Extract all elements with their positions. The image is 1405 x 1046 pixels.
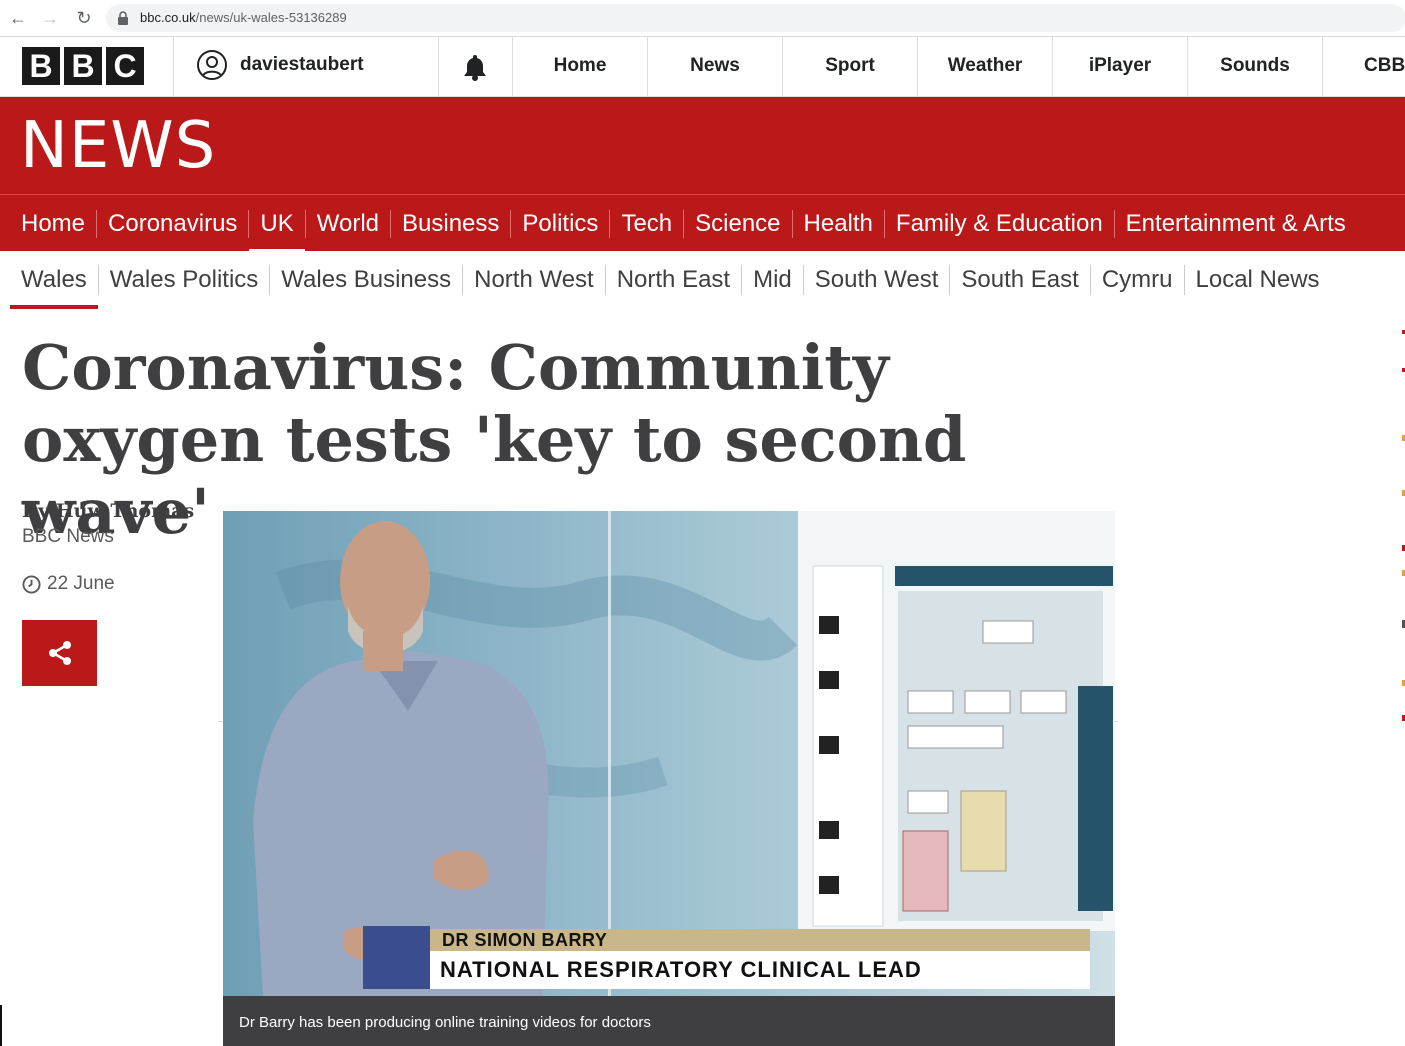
- sub-nav-north-west[interactable]: North West: [463, 264, 606, 295]
- main-nav-coronavirus[interactable]: Coronavirus: [97, 209, 250, 238]
- bbc-nav-news[interactable]: News: [648, 37, 782, 96]
- sub-nav-wales-politics[interactable]: Wales Politics: [99, 264, 271, 295]
- edge-decoration: [1402, 330, 1405, 721]
- bbc-nav-sounds[interactable]: Sounds: [1188, 37, 1322, 96]
- wales-sub-nav: Wales Wales Politics Wales Business North W…: [0, 251, 1405, 309]
- logo-letter: B: [22, 47, 60, 85]
- lower-third-name-strip: DR SIMON BARRY: [430, 929, 1090, 951]
- browser-toolbar: ← → ↻ bbc.co.uk/news/uk-wales-53136289: [0, 0, 1405, 37]
- clock-icon: [22, 574, 41, 594]
- main-nav-business[interactable]: Business: [391, 209, 512, 238]
- main-nav-entertainment-and-arts[interactable]: Entertainment & Arts: [1115, 210, 1357, 238]
- divider: [173, 37, 174, 96]
- bbc-nav-weather[interactable]: Weather: [918, 37, 1052, 96]
- main-nav-tech[interactable]: Tech: [610, 209, 685, 238]
- byline-author: By Huw Thomas: [22, 500, 195, 522]
- byline-organisation: BBC News: [22, 526, 114, 547]
- lower-third-name: DR SIMON BARRY: [442, 930, 608, 950]
- image-caption-bar: Dr Barry has been producing online train…: [223, 996, 1115, 1046]
- news-logo[interactable]: NEWS: [20, 109, 216, 183]
- logo-letter: C: [106, 47, 144, 85]
- account-icon: [197, 50, 227, 80]
- bbc-logo[interactable]: B B C: [22, 47, 144, 85]
- main-nav-health[interactable]: Health: [793, 209, 885, 238]
- url-path: /news/uk-wales-53136289: [195, 10, 347, 25]
- address-bar[interactable]: bbc.co.uk/news/uk-wales-53136289: [106, 4, 1405, 32]
- date-text: 22 June: [47, 573, 115, 594]
- news-main-nav: Home Coronavirus UK World Business Politics Te…: [0, 194, 1405, 253]
- main-nav-science[interactable]: Science: [684, 209, 793, 238]
- lower-third-role: NATIONAL RESPIRATORY CLINICAL LEAD: [440, 957, 922, 982]
- bbc-global-bar: B B C daviestaubert Home News Sport Weat…: [0, 37, 1405, 97]
- main-nav-world[interactable]: World: [306, 209, 392, 238]
- lower-third-accent: [363, 926, 430, 989]
- url-text: bbc.co.uk/news/uk-wales-53136289: [140, 10, 347, 25]
- sub-nav-cymru[interactable]: Cymru: [1091, 264, 1185, 295]
- logo-letter: B: [64, 47, 102, 85]
- sub-nav-north-east[interactable]: North East: [606, 264, 743, 295]
- forward-arrow-icon[interactable]: →: [40, 8, 60, 28]
- lower-third-role-strip: NATIONAL RESPIRATORY CLINICAL LEAD: [430, 951, 1090, 989]
- reload-icon[interactable]: ↻: [74, 8, 94, 28]
- main-nav-uk[interactable]: UK: [249, 209, 306, 253]
- divider: [438, 37, 439, 96]
- image-caption: Dr Barry has been producing online train…: [239, 1014, 651, 1031]
- presenter-video-still: [223, 511, 1115, 996]
- edge-decoration: [0, 1005, 2, 1046]
- sub-nav-south-east[interactable]: South East: [950, 264, 1091, 295]
- bbc-nav-iplayer[interactable]: iPlayer: [1053, 37, 1187, 96]
- back-arrow-icon[interactable]: ←: [8, 8, 28, 28]
- main-nav-politics[interactable]: Politics: [511, 209, 611, 238]
- article-date: 22 June: [22, 573, 115, 595]
- lock-icon: [118, 11, 128, 25]
- share-icon: [48, 641, 71, 665]
- sub-nav-wales[interactable]: Wales: [10, 264, 99, 309]
- notification-bell-icon[interactable]: [462, 53, 488, 81]
- bbc-nav-cbbc[interactable]: CBBC: [1323, 37, 1405, 96]
- account-link[interactable]: daviestaubert: [196, 49, 364, 81]
- bbc-nav-home[interactable]: Home: [513, 37, 647, 96]
- sub-nav-wales-business[interactable]: Wales Business: [270, 264, 464, 295]
- bbc-nav-sport[interactable]: Sport: [783, 37, 917, 96]
- main-nav-family-and-education[interactable]: Family & Education: [885, 209, 1115, 238]
- news-banner: NEWS: [0, 97, 1405, 194]
- main-nav-home[interactable]: Home: [10, 209, 98, 238]
- share-button[interactable]: [22, 620, 97, 686]
- username: daviestaubert: [240, 54, 364, 75]
- sub-nav-mid[interactable]: Mid: [742, 264, 804, 295]
- sub-nav-local-news[interactable]: Local News: [1185, 265, 1331, 295]
- sub-nav-south-west[interactable]: South West: [804, 264, 951, 295]
- url-host: bbc.co.uk: [140, 10, 196, 25]
- hero-image: [223, 511, 1115, 996]
